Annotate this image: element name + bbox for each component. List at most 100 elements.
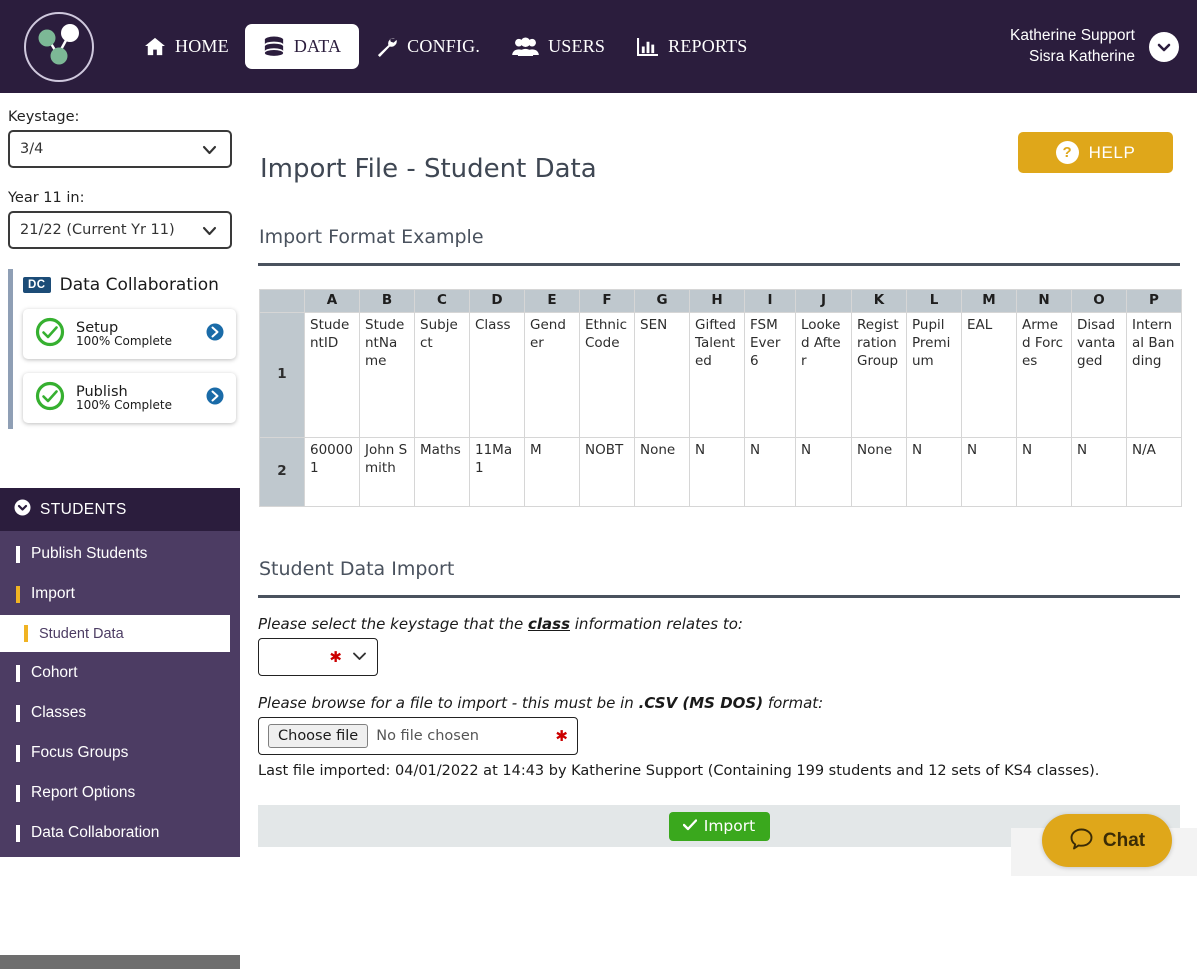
import-button[interactable]: Import	[668, 811, 770, 841]
table-cell[interactable]: Gifted Talented	[689, 311, 745, 438]
file-chosen-text: No file chosen	[376, 728, 479, 744]
sidebar-item-import[interactable]: Import	[0, 574, 240, 614]
table-cell[interactable]: 11Ma1	[469, 436, 525, 507]
choose-file-button[interactable]: Choose file	[268, 724, 369, 748]
table-cell[interactable]: None	[634, 436, 690, 507]
table-cell[interactable]: Maths	[414, 436, 470, 507]
check-circle-icon	[35, 381, 65, 415]
table-cell[interactable]: N	[744, 436, 796, 507]
table-cell[interactable]: Registration Group	[851, 311, 907, 438]
col-letter-F[interactable]: F	[579, 289, 635, 313]
table-cell[interactable]: Looked After	[795, 311, 852, 438]
chevron-down-circle-icon	[14, 499, 31, 521]
sidebar-item-publish-students[interactable]: Publish Students	[0, 534, 240, 574]
col-letter-H[interactable]: H	[689, 289, 745, 313]
table-cell[interactable]: N	[1071, 436, 1127, 507]
format-section-divider	[258, 263, 1180, 266]
col-letter-J[interactable]: J	[795, 289, 852, 313]
table-cell[interactable]: N	[795, 436, 852, 507]
table-cell[interactable]: N	[689, 436, 745, 507]
format-section-title: Import Format Example	[259, 226, 484, 248]
required-marker: ✱	[555, 727, 568, 745]
chevron-down-icon[interactable]	[1149, 31, 1179, 62]
corner-cell	[259, 289, 305, 313]
row-number[interactable]: 2	[259, 436, 305, 507]
table-row: 1 StudentID StudentName Subject Class Ge…	[259, 311, 1182, 438]
table-cell[interactable]: Armed Forces	[1016, 311, 1072, 438]
table-cell[interactable]: StudentID	[304, 311, 360, 438]
chat-widget-button[interactable]: Chat	[1042, 814, 1172, 867]
students-menu: STUDENTS Publish Students Import Student…	[0, 488, 240, 857]
dc-card-publish[interactable]: Publish 100% Complete	[23, 373, 236, 423]
menu-accent-bar	[16, 704, 20, 722]
import-button-label: Import	[703, 817, 756, 835]
col-letter-C[interactable]: C	[414, 289, 470, 313]
table-cell[interactable]: N	[906, 436, 962, 507]
col-letter-N[interactable]: N	[1016, 289, 1072, 313]
keystage-label: Keystage:	[8, 109, 80, 125]
nav-items: HOME DATA CONFIG. USERS REPORTS	[128, 24, 763, 69]
col-letter-G[interactable]: G	[634, 289, 690, 313]
table-cell[interactable]: StudentName	[359, 311, 415, 438]
arrow-right-circle-icon[interactable]	[206, 387, 224, 409]
nav-item-reports[interactable]: REPORTS	[621, 26, 763, 67]
table-cell[interactable]: None	[851, 436, 907, 507]
table-cell[interactable]: 600001	[304, 436, 360, 507]
table-cell[interactable]: Disadvantaged	[1071, 311, 1127, 438]
sidebar-item-student-data[interactable]: Student Data	[0, 615, 230, 652]
row-number[interactable]: 1	[259, 311, 305, 438]
table-cell[interactable]: M	[524, 436, 580, 507]
nav-item-data[interactable]: DATA	[244, 24, 360, 69]
col-letter-K[interactable]: K	[851, 289, 907, 313]
last-import-status: Last file imported: 04/01/2022 at 14:43 …	[258, 763, 1100, 779]
table-cell[interactable]: EAL	[961, 311, 1017, 438]
data-collaboration-block: DC Data Collaboration Setup 100% Complet…	[8, 269, 240, 429]
help-button[interactable]: ? HELP	[1018, 132, 1173, 173]
col-letter-L[interactable]: L	[906, 289, 962, 313]
year-select[interactable]: 21/22 (Current Yr 11)	[8, 211, 232, 249]
app-logo[interactable]	[0, 0, 118, 93]
table-cell[interactable]: NOBT	[579, 436, 635, 507]
keystage-dropdown[interactable]: ✱	[258, 638, 378, 676]
col-letter-E[interactable]: E	[524, 289, 580, 313]
import-section-title: Student Data Import	[259, 558, 455, 580]
table-cell[interactable]: FSM Ever 6	[744, 311, 796, 438]
table-cell[interactable]: Internal Banding	[1126, 311, 1182, 438]
students-menu-header[interactable]: STUDENTS	[0, 488, 240, 531]
nav-item-users[interactable]: USERS	[496, 26, 621, 67]
col-letter-D[interactable]: D	[469, 289, 525, 313]
help-button-label: HELP	[1088, 142, 1136, 162]
sidebar-horizontal-scrollbar[interactable]	[0, 955, 240, 969]
table-cell[interactable]: John Smith	[359, 436, 415, 507]
sidebar-item-data-collaboration[interactable]: Data Collaboration	[0, 813, 240, 853]
table-cell[interactable]: Gender	[524, 311, 580, 438]
nav-item-home[interactable]: HOME	[128, 26, 245, 67]
col-letter-M[interactable]: M	[961, 289, 1017, 313]
dc-card-setup[interactable]: Setup 100% Complete	[23, 309, 236, 359]
file-upload-field[interactable]: Choose file No file chosen ✱	[258, 717, 578, 755]
sidebar-item-cohort[interactable]: Cohort	[0, 653, 240, 693]
table-cell[interactable]: Ethnic Code	[579, 311, 635, 438]
dc-card-publish-status: 100% Complete	[76, 398, 172, 413]
sidebar-item-report-options[interactable]: Report Options	[0, 773, 240, 813]
table-cell[interactable]: Pupil Premium	[906, 311, 962, 438]
user-account-block[interactable]: Katherine Support Sisra Katherine	[1010, 26, 1197, 67]
col-letter-A[interactable]: A	[304, 289, 360, 313]
col-letter-P[interactable]: P	[1126, 289, 1182, 313]
table-cell[interactable]: SEN	[634, 311, 690, 438]
home-icon	[144, 37, 166, 56]
nav-item-config[interactable]: CONFIG.	[359, 26, 496, 67]
col-letter-I[interactable]: I	[744, 289, 796, 313]
col-letter-B[interactable]: B	[359, 289, 415, 313]
keystage-select[interactable]: 3/4	[8, 130, 232, 168]
chat-widget-label: Chat	[1102, 829, 1146, 851]
arrow-right-circle-icon[interactable]	[206, 323, 224, 345]
sidebar-item-focus-groups[interactable]: Focus Groups	[0, 733, 240, 773]
table-cell[interactable]: N	[961, 436, 1017, 507]
col-letter-O[interactable]: O	[1071, 289, 1127, 313]
table-cell[interactable]: Class	[469, 311, 525, 438]
table-cell[interactable]: N	[1016, 436, 1072, 507]
table-cell[interactable]: Subject	[414, 311, 470, 438]
sidebar-item-classes[interactable]: Classes	[0, 693, 240, 733]
table-cell[interactable]: N/A	[1126, 436, 1182, 507]
